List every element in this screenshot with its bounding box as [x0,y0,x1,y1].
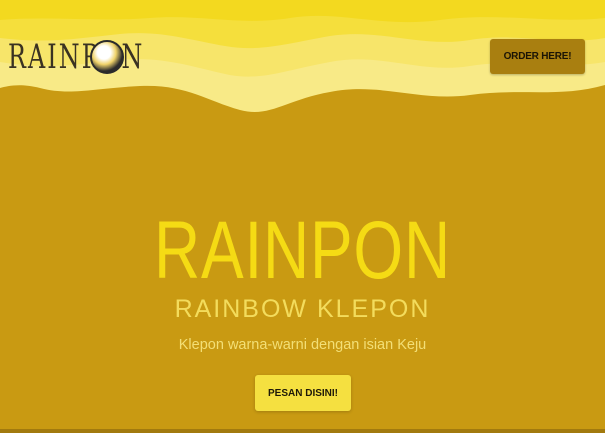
pesan-disini-button[interactable]: PESAN DISINI! [255,375,351,411]
hero-title: RAINPON [154,205,451,296]
hero-subtitle: RAINBOW KLEPON [174,295,431,323]
hero-tagline: Klepon warna-warni dengan isian Keju [178,337,427,353]
order-here-button[interactable]: ORDER HERE! [490,39,585,74]
klepon-ball-icon [90,40,124,74]
section-divider [0,429,605,433]
brand-logo[interactable]: RAINPON [8,36,142,78]
